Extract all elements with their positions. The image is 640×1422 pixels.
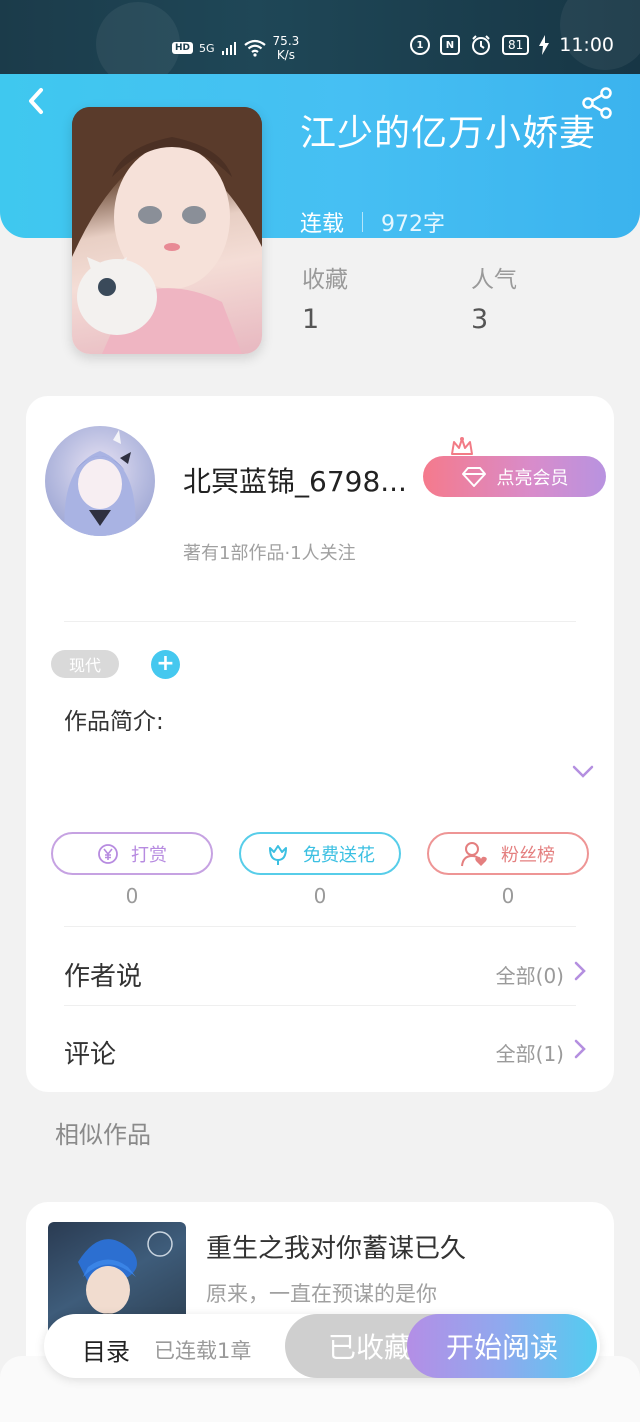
data-saver-icon: 1 xyxy=(409,35,430,55)
diamond-icon xyxy=(461,466,486,487)
speed-value: 75.3 xyxy=(272,34,300,48)
fans-count: 0 xyxy=(501,884,515,908)
vip-button-label: 点亮会员 xyxy=(496,467,569,489)
activate-vip-button[interactable]: 点亮会员 xyxy=(423,456,606,497)
author-says-title[interactable]: 作者说 xyxy=(64,956,142,993)
comments-title[interactable]: 评论 xyxy=(64,1034,116,1071)
crown-icon xyxy=(451,437,473,455)
author-name[interactable]: 北冥蓝锦_6798... xyxy=(183,460,428,500)
table-of-contents-button[interactable]: 目录 xyxy=(82,1332,130,1367)
comments-all-link[interactable]: 全部(1) xyxy=(496,1038,564,1067)
similar-work-subtitle: 原来，一直在预谋的是你 xyxy=(206,1282,437,1306)
book-status-line: 连载 972字 xyxy=(300,206,445,238)
book-title: 江少的亿万小娇妻 xyxy=(300,113,597,154)
status-right: 1 N 81 11:00 xyxy=(409,34,614,56)
flower-icon xyxy=(269,844,287,865)
intro-label: 作品简介: xyxy=(64,709,164,735)
fans-user-heart-icon xyxy=(461,841,487,866)
status-divider xyxy=(362,212,364,232)
add-tag-button[interactable]: + xyxy=(151,650,180,679)
stat-favorites-label: 收藏 xyxy=(302,267,348,293)
reward-count: 0 xyxy=(125,884,139,908)
stat-favorites-value: 1 xyxy=(302,304,320,335)
stat-popularity-value: 3 xyxy=(471,304,489,335)
yen-coin-icon xyxy=(98,843,118,864)
stat-popularity-label: 人气 xyxy=(471,267,517,293)
chevron-right-icon[interactable] xyxy=(572,960,588,982)
chapter-count[interactable]: 已连载1章 xyxy=(154,1335,251,1365)
tag-modern[interactable]: 现代 xyxy=(51,650,119,678)
start-reading-button[interactable]: 开始阅读 xyxy=(407,1314,597,1378)
clock: 11:00 xyxy=(559,34,614,56)
cover-illustration xyxy=(72,107,262,354)
fans-ranking-label: 粉丝榜 xyxy=(501,844,555,866)
flower-count: 0 xyxy=(313,884,327,908)
alarm-icon xyxy=(471,35,490,55)
send-flower-label: 免费送花 xyxy=(303,844,375,866)
author-avatar[interactable] xyxy=(45,426,155,536)
charging-icon xyxy=(539,35,550,55)
serial-status: 连载 xyxy=(300,212,345,237)
divider xyxy=(64,926,576,927)
similar-work-title[interactable]: 重生之我对你蓄谋已久 xyxy=(206,1228,466,1265)
network-type: 5G xyxy=(199,41,215,55)
similar-works-heading: 相似作品 xyxy=(55,1121,151,1149)
wifi-icon xyxy=(243,39,266,57)
speed-unit: K/s xyxy=(276,48,295,62)
fans-ranking-button[interactable]: 粉丝榜 xyxy=(427,832,589,875)
status-left: HD 5G 75.3 K/s xyxy=(172,34,299,62)
nfc-icon: N xyxy=(439,35,460,55)
avatar-illustration xyxy=(64,430,136,536)
reward-button[interactable]: 打赏 xyxy=(51,832,213,875)
send-flower-button[interactable]: 免费送花 xyxy=(239,832,401,875)
back-icon[interactable] xyxy=(22,86,52,116)
author-says-all-link[interactable]: 全部(0) xyxy=(496,960,564,989)
book-cover-image[interactable] xyxy=(72,107,262,354)
battery-level: 81 xyxy=(501,35,530,55)
reward-label: 打赏 xyxy=(131,844,167,866)
author-meta: 著有1部作品·1人关注 xyxy=(183,543,356,564)
divider xyxy=(64,621,576,622)
chevron-down-icon[interactable] xyxy=(571,764,595,780)
signal-icon xyxy=(221,42,236,55)
divider xyxy=(64,1005,576,1006)
network-speed: 75.3 K/s xyxy=(273,34,300,62)
hd-indicator: HD xyxy=(172,42,194,54)
chevron-right-icon[interactable] xyxy=(572,1038,588,1060)
word-count: 972字 xyxy=(381,212,446,237)
status-bar: HD 5G 75.3 K/s 1 N 81 11:00 xyxy=(0,0,640,86)
